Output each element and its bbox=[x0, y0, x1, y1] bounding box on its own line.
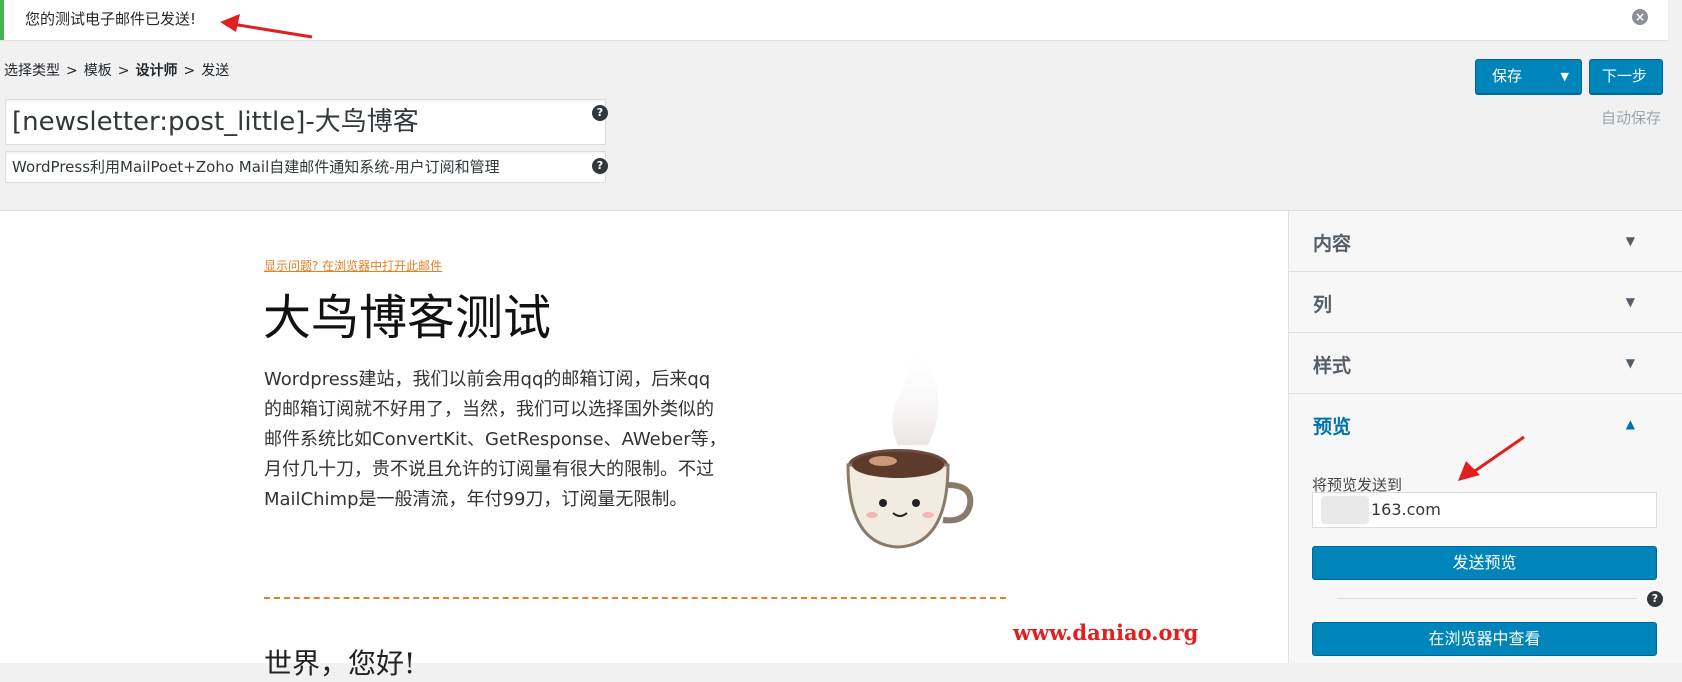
next-step-label: 下一步 bbox=[1602, 67, 1648, 85]
body-line: 月付几十刀，贵不说且允许的订阅量有很大的限制。不过 bbox=[264, 459, 714, 480]
breadcrumb-template[interactable]: 模板 bbox=[84, 63, 112, 79]
watermark: www.daniao.org bbox=[1013, 620, 1199, 645]
redacted-area bbox=[1321, 496, 1369, 524]
annotation-arrow-icon bbox=[1458, 435, 1525, 481]
section-title: 预览 bbox=[1313, 416, 1352, 438]
dashed-divider bbox=[264, 597, 1006, 599]
breadcrumb-send[interactable]: 发送 bbox=[201, 63, 229, 79]
divider bbox=[1337, 598, 1637, 599]
subject-input[interactable]: [newsletter:post_little]-大鸟博客 bbox=[5, 99, 606, 145]
preheader-input[interactable]: WordPress利用MailPoet+Zoho Mail自建邮件通知系统-用户… bbox=[5, 151, 606, 183]
email-heading[interactable]: 大鸟博客测试 bbox=[263, 288, 551, 348]
chevron-down-icon[interactable]: ▼ bbox=[1561, 70, 1569, 83]
email-subheading[interactable]: 世界，您好! bbox=[264, 642, 415, 682]
chevron-down-icon: ▼ bbox=[1625, 356, 1635, 370]
breadcrumb-select-type[interactable]: 选择类型 bbox=[4, 63, 60, 79]
body-line: MailChimp是一般清流，年付99刀，订阅量无限制。 bbox=[264, 489, 688, 510]
sidebar: 内容 ▼ 列 ▼ 样式 ▼ 预览 ▲ 将预览发送到 163.com 发送预览 ?… bbox=[1288, 211, 1682, 663]
view-in-browser-button[interactable]: 在浏览器中查看 bbox=[1312, 622, 1657, 656]
section-title: 内容 bbox=[1313, 233, 1352, 255]
chevron-down-icon: ▼ bbox=[1625, 234, 1635, 248]
send-preview-button[interactable]: 发送预览 bbox=[1312, 546, 1657, 580]
body-line: 的邮箱订阅就不好用了，当然，我们可以选择国外类似的 bbox=[264, 399, 714, 420]
help-icon[interactable]: ? bbox=[592, 105, 608, 121]
save-button[interactable]: 保存 ▼ bbox=[1475, 59, 1582, 94]
chevron-down-icon: ▼ bbox=[1625, 295, 1635, 309]
coffee-cup-image[interactable] bbox=[838, 325, 1018, 555]
notice-message: 您的测试电子邮件已发送! bbox=[25, 10, 197, 28]
sidebar-section-styles[interactable]: 样式 ▼ bbox=[1289, 333, 1682, 394]
help-icon[interactable]: ? bbox=[1647, 591, 1663, 607]
chevron-up-icon: ▲ bbox=[1625, 417, 1635, 431]
section-title: 列 bbox=[1313, 294, 1333, 316]
annotation-arrow-icon bbox=[220, 14, 313, 39]
sidebar-section-content[interactable]: 内容 ▼ bbox=[1289, 211, 1682, 272]
section-title: 样式 bbox=[1313, 355, 1352, 377]
help-icon[interactable]: ? bbox=[592, 158, 608, 174]
autosave-status: 自动保存 bbox=[1600, 109, 1661, 127]
body-line: Wordpress建站，我们以前会用qq的邮箱订阅，后来qq bbox=[264, 369, 711, 390]
breadcrumb: 选择类型 > 模板 > 设计师 > 发送 bbox=[4, 63, 230, 79]
close-icon[interactable]: × bbox=[1632, 9, 1648, 25]
sidebar-section-columns[interactable]: 列 ▼ bbox=[1289, 272, 1682, 333]
breadcrumb-designer: 设计师 bbox=[135, 63, 178, 79]
save-button-label: 保存 bbox=[1492, 67, 1523, 85]
body-line: 邮件系统比如ConvertKit、GetResponse、AWeber等， bbox=[264, 429, 727, 450]
view-in-browser-link[interactable]: 显示问题? 在浏览器中打开此邮件 bbox=[264, 257, 442, 274]
email-body-text[interactable]: Wordpress建站，我们以前会用qq的邮箱订阅，后来qq 的邮箱订阅就不好用… bbox=[264, 365, 749, 515]
next-step-button[interactable]: 下一步 bbox=[1589, 59, 1663, 94]
